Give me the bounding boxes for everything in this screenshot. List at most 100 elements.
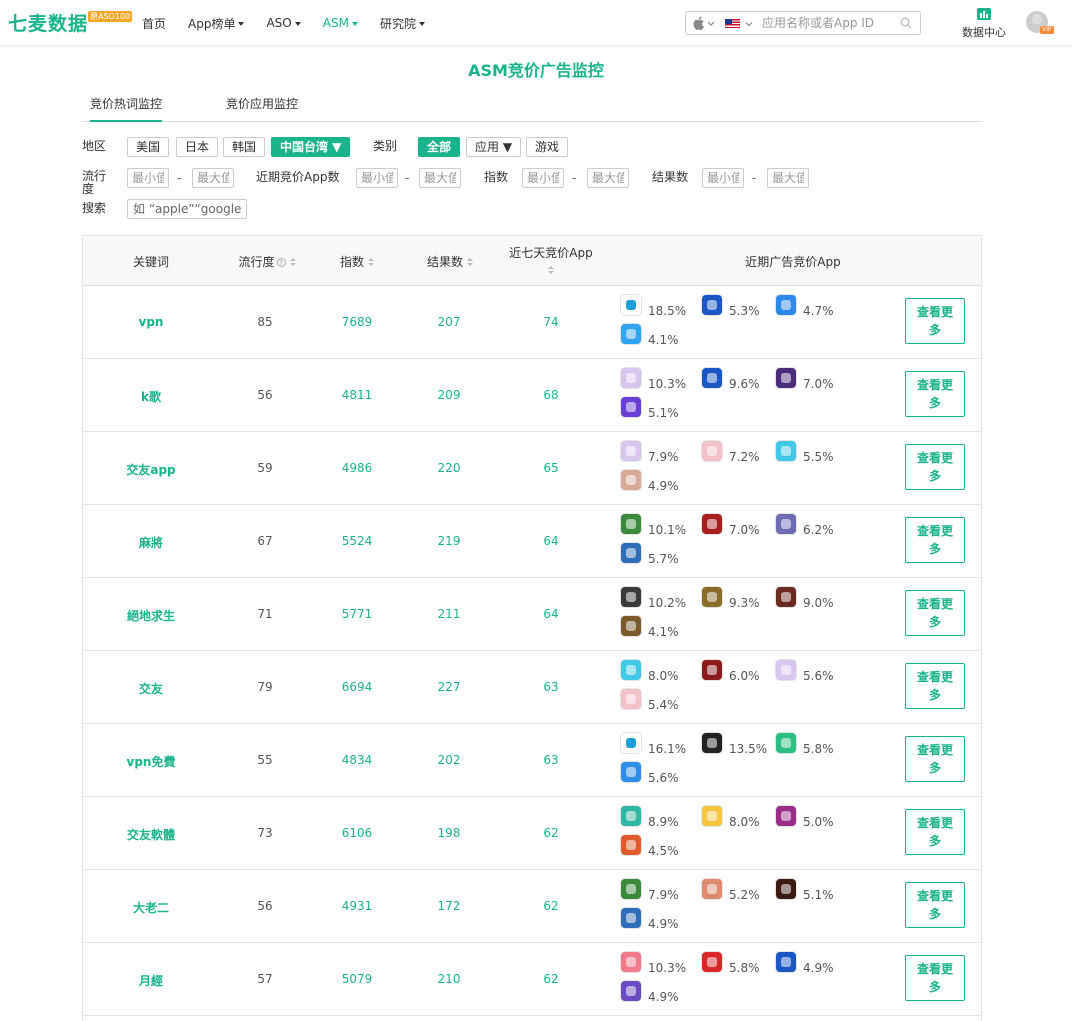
hashtag-icon[interactable] [775,805,797,827]
camera-icon[interactable] [775,294,797,316]
anime-girl-icon[interactable] [620,440,642,462]
bidding-app[interactable]: 5.5% [775,440,834,464]
popularity-min-input[interactable] [127,168,169,188]
bidding-app[interactable]: 10.3% [620,367,686,391]
view-more-button[interactable]: 查看更多 [905,882,965,928]
results-value[interactable]: 198 [421,826,477,840]
results-value[interactable]: 207 [421,315,477,329]
search-icon[interactable] [900,17,912,29]
bidding-app[interactable]: 4.9% [620,980,679,1004]
index-value[interactable]: 4931 [329,899,385,913]
sort-icon[interactable] [467,258,473,267]
keyword-search-input[interactable] [127,199,247,219]
index-value[interactable]: 6694 [329,680,385,694]
seven-day-apps-value[interactable]: 62 [521,826,581,840]
period-drop-icon[interactable] [620,951,642,973]
recent-apps-max-input[interactable] [419,168,461,188]
seven-day-apps-value[interactable]: 74 [521,315,581,329]
bidding-app[interactable]: 4.7% [775,294,834,318]
bidding-app[interactable]: 5.6% [775,659,834,683]
category-chip-all[interactable]: 全部 [418,137,461,157]
seven-day-apps-value[interactable]: 65 [521,461,581,475]
anime-girl-icon[interactable] [620,367,642,389]
index-min-input[interactable] [522,168,564,188]
battle-icon[interactable] [701,586,723,608]
bidding-app[interactable]: 5.6% [620,761,679,785]
platform-selector[interactable] [693,15,719,31]
tab-app-monitor[interactable]: 竞价应用监控 [226,95,298,112]
results-value[interactable]: 227 [421,680,477,694]
results-value[interactable]: 210 [421,972,477,986]
m-shield-icon[interactable] [701,367,723,389]
bidding-app[interactable]: 7.2% [701,440,760,464]
wifi-vpn-icon[interactable] [620,294,642,316]
card-girl-icon[interactable] [701,878,723,900]
anime-pink-icon[interactable] [701,440,723,462]
bidding-app[interactable]: 7.0% [775,367,834,391]
keyword-link[interactable]: 大老二 [101,899,201,916]
country-selector[interactable] [725,16,755,30]
bidding-app[interactable]: 10.2% [620,586,686,610]
keyword-link[interactable]: 交友app [101,461,201,478]
calligraphy-icon[interactable] [775,878,797,900]
anime-girl-icon[interactable] [775,659,797,681]
sort-icon[interactable] [548,266,554,275]
dog-icon[interactable] [701,805,723,827]
microphone-icon[interactable] [620,396,642,418]
view-more-button[interactable]: 查看更多 [905,736,965,782]
house-heart-icon[interactable] [620,805,642,827]
bidding-app[interactable]: 5.1% [620,396,679,420]
bidding-app[interactable]: 7.0% [701,513,760,537]
bidding-app[interactable]: 4.5% [620,834,679,858]
index-value[interactable]: 5771 [329,607,385,621]
col-popularity[interactable]: 流行度? [231,253,303,270]
music-stage-icon[interactable] [775,367,797,389]
nav-item-3[interactable]: ASM [323,16,358,30]
chat-bubble-icon[interactable] [620,659,642,681]
keyword-link[interactable]: 交友 [101,680,201,697]
view-more-button[interactable]: 查看更多 [905,444,965,490]
x-vpn-icon[interactable] [620,323,642,345]
bidding-app[interactable]: 5.3% [701,294,760,318]
bidding-app[interactable]: 13.5% [701,732,767,756]
keyword-link[interactable]: vpn免費 [101,753,201,770]
bidding-app[interactable]: 5.2% [701,878,760,902]
mahjong-man-icon[interactable] [620,513,642,535]
bidding-app[interactable]: 4.9% [620,469,679,493]
index-value[interactable]: 4834 [329,753,385,767]
seven-day-apps-value[interactable]: 68 [521,388,581,402]
bidding-app[interactable]: 5.0% [775,805,834,829]
region-chip-us[interactable]: 美国 [127,137,170,157]
bidding-app[interactable]: 6.0% [701,659,760,683]
index-max-input[interactable] [587,168,629,188]
bidding-app[interactable]: 8.0% [620,659,679,683]
site-logo[interactable]: 七麦数据 [8,9,88,36]
results-value[interactable]: 220 [421,461,477,475]
bidding-app[interactable]: 4.9% [620,907,679,931]
seven-day-apps-value[interactable]: 63 [521,680,581,694]
slot-machine-icon[interactable] [701,951,723,973]
mahjong-tiles-icon[interactable] [620,907,642,929]
anime-warrior-icon[interactable] [775,513,797,535]
woman-photo-icon[interactable] [620,469,642,491]
sort-icon[interactable] [289,258,296,267]
keyword-link[interactable]: 絕地求生 [101,607,201,624]
category-chip-game[interactable]: 游戏 [526,137,569,157]
index-value[interactable]: 5079 [329,972,385,986]
mahjong-tiles-icon[interactable] [620,542,642,564]
bidding-app[interactable]: 4.9% [775,951,834,975]
anime-pink-icon[interactable] [620,688,642,710]
index-value[interactable]: 4986 [329,461,385,475]
green-arrow-icon[interactable] [775,732,797,754]
chat-bubble-icon[interactable] [775,440,797,462]
keyword-link[interactable]: 交友軟體 [101,826,201,843]
bidding-app[interactable]: 5.7% [620,542,679,566]
sort-icon[interactable] [368,258,374,267]
bidding-app[interactable]: 5.1% [775,878,834,902]
view-more-button[interactable]: 查看更多 [905,809,965,855]
nav-item-1[interactable]: App榜单 [188,15,245,32]
view-more-button[interactable]: 查看更多 [905,371,965,417]
v-vpn-icon[interactable] [620,761,642,783]
survival-icon[interactable] [620,615,642,637]
results-max-input[interactable] [767,168,809,188]
